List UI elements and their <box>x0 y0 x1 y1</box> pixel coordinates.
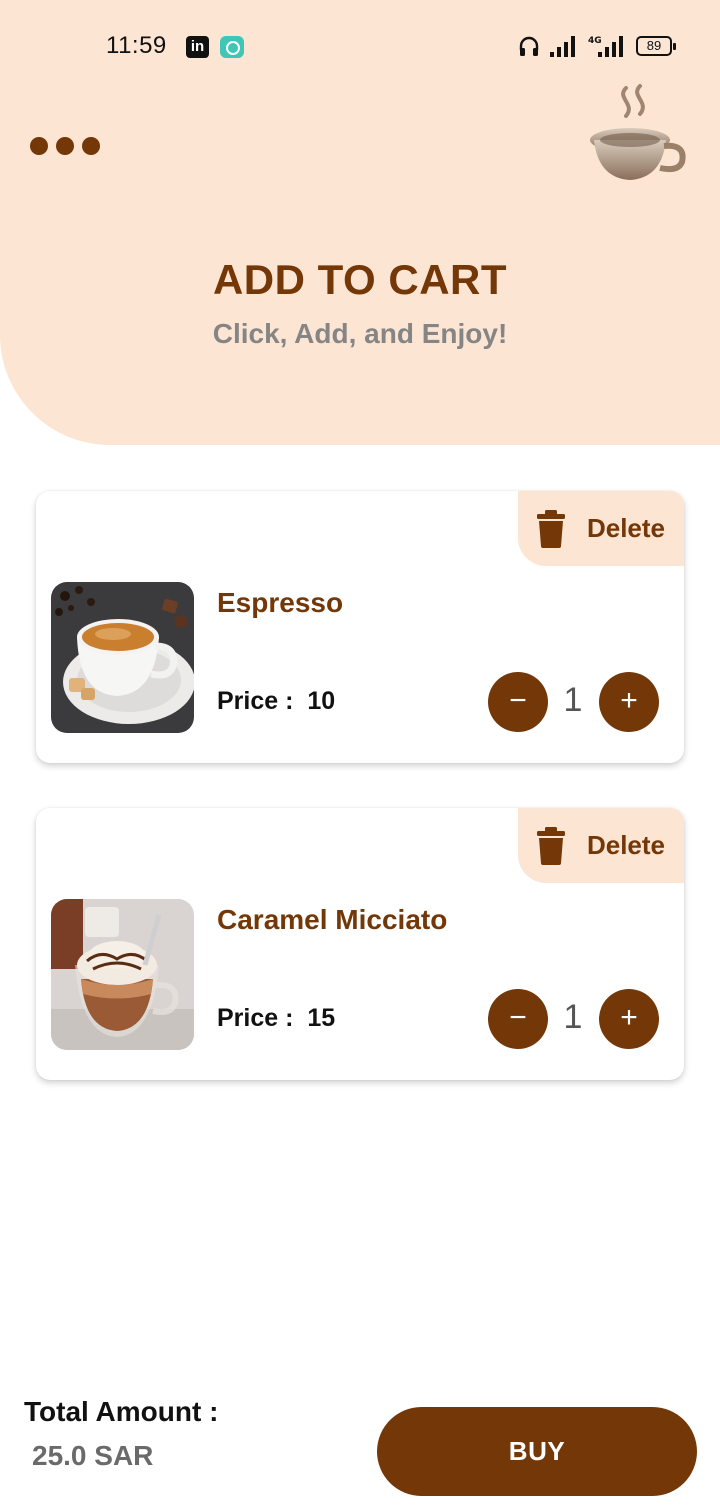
total-amount-label: Total Amount : <box>24 1396 219 1427</box>
svg-text:4G: 4G <box>588 36 602 46</box>
page-title: ADD TO CART <box>212 256 508 303</box>
total-amount-value: 25.0 SAR <box>32 1440 154 1471</box>
status-bar: 11:59 in 4G 89 <box>0 0 720 92</box>
product-name: Caramel Micciato <box>217 904 448 935</box>
delete-label: Delete <box>586 830 666 860</box>
battery-level: 89 <box>646 38 662 53</box>
espresso-product-image <box>51 582 194 733</box>
trash-icon <box>536 826 565 865</box>
page-subtitle: Click, Add, and Enjoy! <box>212 318 508 349</box>
caramel-macchiato-product-image <box>51 899 194 1050</box>
three-dots-menu-icon[interactable] <box>30 134 108 158</box>
headset-icon <box>519 36 539 56</box>
status-time: 11:59 <box>106 32 167 59</box>
linkedin-icon: in <box>186 36 209 58</box>
quantity-value: 1 <box>563 681 583 719</box>
menu-dot <box>82 137 100 155</box>
menu-dot <box>30 137 48 155</box>
trash-icon <box>536 509 565 548</box>
product-name: Espresso <box>217 587 344 618</box>
cart-item-card: Delete Caramel Micciato Price : 15 − 1 + <box>36 808 684 1080</box>
menu-dot <box>56 137 74 155</box>
cart-item-card: Delete Espresso Price : 10 − 1 + <box>36 491 684 763</box>
price-value: 15 <box>307 1004 336 1032</box>
price-value: 10 <box>307 687 336 715</box>
price-label: Price : <box>217 687 308 715</box>
price-row: Price : 10 <box>217 687 335 716</box>
delete-button[interactable]: Delete <box>518 808 684 883</box>
delete-label: Delete <box>586 513 666 543</box>
delete-button[interactable]: Delete <box>518 491 684 566</box>
chat-app-icon <box>220 36 244 58</box>
decrease-quantity-button[interactable]: − <box>488 989 548 1049</box>
quantity-value: 1 <box>563 998 583 1036</box>
price-label: Price : <box>217 1004 308 1032</box>
signal-icon <box>550 36 575 57</box>
battery-icon: 89 <box>636 36 676 56</box>
signal-4g-icon: 4G <box>588 36 623 57</box>
coffee-cup-logo-icon <box>590 84 686 180</box>
increase-quantity-button[interactable]: + <box>599 672 659 732</box>
price-row: Price : 15 <box>217 1004 335 1033</box>
decrease-quantity-button[interactable]: − <box>488 672 548 732</box>
increase-quantity-button[interactable]: + <box>599 989 659 1049</box>
buy-button[interactable]: BUY <box>377 1407 697 1496</box>
